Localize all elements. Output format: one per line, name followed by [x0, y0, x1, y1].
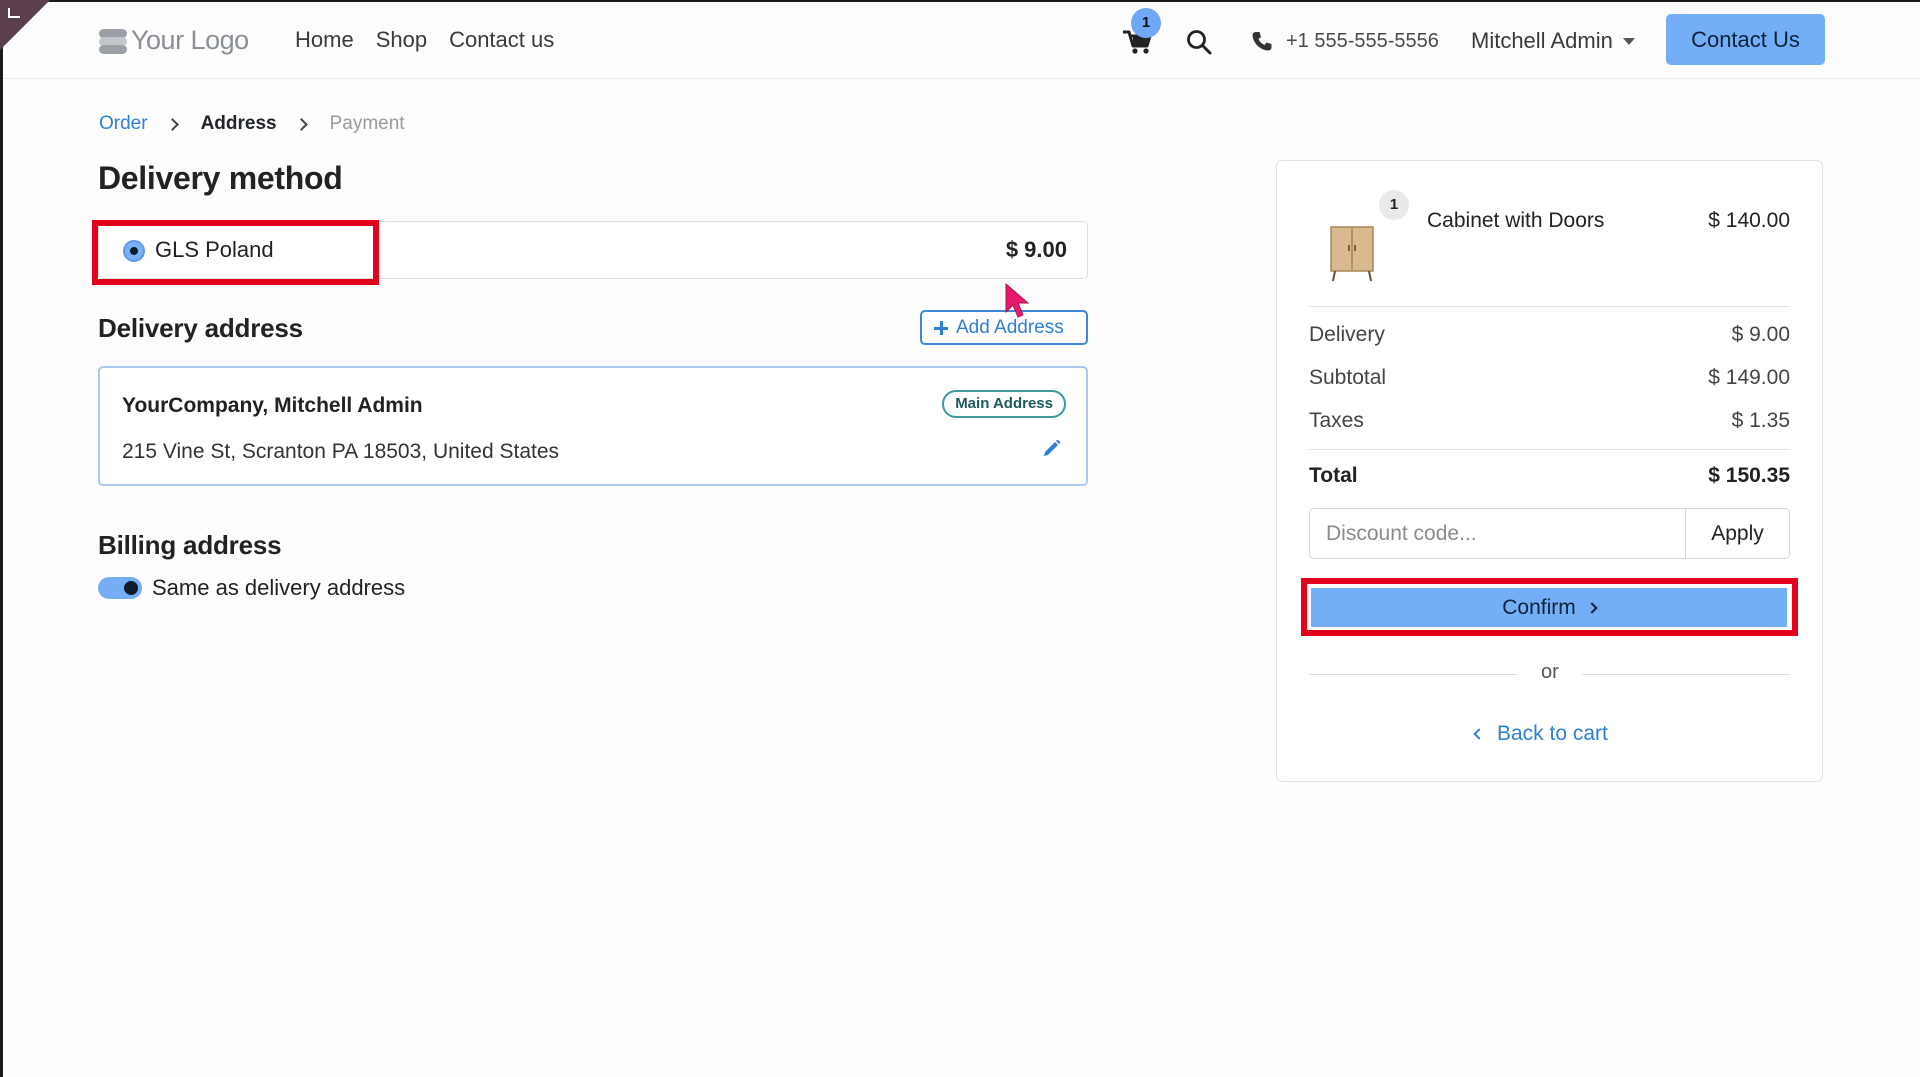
- or-divider-right: [1582, 674, 1790, 675]
- summary-divider: [1309, 449, 1790, 450]
- chevron-left-icon: [1473, 728, 1485, 740]
- logo-text: Your Logo: [131, 24, 249, 55]
- phone-number[interactable]: +1 555-555-5556: [1286, 30, 1439, 53]
- product-qty-badge: 1: [1379, 190, 1409, 220]
- summary-taxes-row: Taxes $ 1.35: [1309, 409, 1790, 433]
- address-line: 215 Vine St, Scranton PA 18503, United S…: [122, 440, 560, 463]
- contact-us-button[interactable]: Contact Us: [1666, 14, 1825, 65]
- user-name: Mitchell Admin: [1471, 28, 1613, 53]
- taxes-value: $ 1.35: [1731, 409, 1790, 432]
- breadcrumb-order[interactable]: Order: [99, 113, 148, 135]
- summary-total-row: Total $ 150.35: [1309, 464, 1790, 488]
- delivery-option-price: $ 9.00: [1005, 237, 1067, 262]
- breadcrumb: Order Address Payment: [99, 113, 405, 135]
- billing-address-heading: Billing address: [98, 530, 282, 560]
- highlight-box-delivery-option: [92, 220, 379, 285]
- discount-form: Apply: [1309, 508, 1790, 559]
- cart-count-badge: 1: [1131, 8, 1161, 38]
- chevron-down-icon: [1622, 37, 1635, 45]
- delivery-label: Delivery: [1309, 323, 1385, 346]
- summary-delivery-row: Delivery $ 9.00: [1309, 323, 1790, 347]
- same-as-delivery-toggle[interactable]: [98, 577, 142, 599]
- corner-icon: [8, 8, 20, 18]
- product-price: $ 140.00: [1708, 209, 1790, 232]
- chevron-right-icon: [294, 117, 308, 131]
- logo-icon: [99, 26, 127, 54]
- apply-discount-button[interactable]: Apply: [1686, 508, 1790, 559]
- breadcrumb-payment: Payment: [329, 113, 405, 134]
- discount-code-input[interactable]: [1309, 508, 1686, 559]
- highlight-box-confirm: [1301, 578, 1798, 636]
- plus-icon: [934, 320, 948, 335]
- nav-shop[interactable]: Shop: [376, 27, 427, 53]
- chevron-right-icon: [165, 117, 179, 131]
- total-label: Total: [1309, 464, 1358, 487]
- product-thumbnail[interactable]: [1327, 221, 1377, 283]
- or-divider-left: [1309, 674, 1517, 675]
- address-name: YourCompany, Mitchell Admin: [122, 394, 423, 417]
- user-menu[interactable]: Mitchell Admin: [1471, 28, 1635, 54]
- delivery-address-heading: Delivery address: [98, 313, 303, 343]
- subtotal-label: Subtotal: [1309, 366, 1387, 389]
- delivery-method-heading: Delivery method: [98, 160, 343, 196]
- site-header: Your Logo Home Shop Contact us +1 555-55…: [3, 2, 1920, 79]
- main-address-badge: Main Address: [942, 390, 1066, 418]
- site-logo[interactable]: Your Logo: [99, 23, 249, 57]
- pencil-icon[interactable]: [1042, 438, 1062, 458]
- summary-divider: [1309, 306, 1790, 307]
- search-icon[interactable]: [1185, 28, 1213, 56]
- nav-home[interactable]: Home: [295, 27, 354, 53]
- window-left-edge: [0, 0, 3, 1077]
- back-to-cart-link[interactable]: Back to cart: [1473, 722, 1608, 746]
- order-summary: 1 Cabinet with Doors $ 140.00 Delivery $…: [1276, 160, 1823, 782]
- subtotal-value: $ 149.00: [1708, 366, 1790, 389]
- or-separator: or: [1541, 661, 1559, 683]
- breadcrumb-address: Address: [200, 113, 277, 134]
- product-name[interactable]: Cabinet with Doors: [1427, 209, 1604, 233]
- delivery-value: $ 9.00: [1731, 323, 1790, 346]
- main-nav: Home Shop Contact us: [295, 27, 554, 53]
- mouse-pointer-icon: [1005, 282, 1030, 318]
- back-to-cart-label: Back to cart: [1497, 722, 1608, 745]
- nav-contact-us[interactable]: Contact us: [449, 27, 554, 53]
- summary-subtotal-row: Subtotal $ 149.00: [1309, 366, 1790, 390]
- total-value: $ 150.35: [1708, 464, 1790, 487]
- phone-icon: [1252, 32, 1272, 51]
- address-card[interactable]: YourCompany, Mitchell Admin 215 Vine St,…: [98, 366, 1088, 486]
- same-as-delivery-label: Same as delivery address: [152, 575, 406, 600]
- taxes-label: Taxes: [1309, 409, 1364, 432]
